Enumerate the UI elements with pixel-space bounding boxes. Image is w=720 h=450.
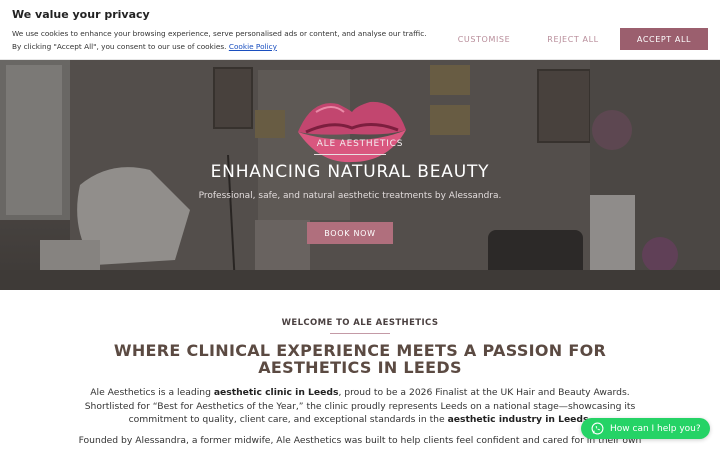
hero-title: ENHANCING NATURAL BEAUTY [210, 162, 490, 182]
cookie-banner: We value your privacy We use cookies to … [0, 0, 720, 60]
brand-divider [314, 154, 386, 155]
cookie-text: We use cookies to enhance your browsing … [12, 28, 432, 53]
whatsapp-label: How can I help you? [610, 423, 701, 434]
founder-paragraph: Founded by Alessandra, a former midwife,… [78, 435, 642, 446]
section-headline: WHERE CLINICAL EXPERIENCE MEETS A PASSIO… [113, 341, 607, 377]
cookie-body: We use cookies to enhance your browsing … [12, 29, 427, 51]
intro-paragraph: Ale Aesthetics is a leading aesthetic cl… [70, 386, 650, 427]
brand-name: ALE AESTHETICS [316, 139, 404, 149]
book-now-button[interactable]: BOOK NOW [307, 222, 393, 244]
whatsapp-chat-button[interactable]: How can I help you? [581, 418, 710, 439]
customise-button[interactable]: CUSTOMISE [448, 28, 520, 50]
cookie-policy-link[interactable]: Cookie Policy [229, 42, 277, 51]
intro-bold-clinic: aesthetic clinic in Leeds [213, 387, 339, 398]
welcome-label: WELCOME TO ALE AESTHETICS [281, 318, 439, 328]
accept-all-button[interactable]: ACCEPT ALL [620, 28, 708, 50]
whatsapp-icon [591, 422, 604, 435]
intro-bold-industry: aesthetic industry in Leeds [447, 414, 589, 425]
hero-section: ALE AESTHETICS ENHANCING NATURAL BEAUTY … [0, 60, 720, 290]
welcome-divider [330, 333, 390, 334]
cookie-title: We value your privacy [12, 8, 150, 21]
hero-subtitle: Professional, safe, and natural aestheti… [198, 191, 502, 201]
lips-logo-icon [298, 101, 406, 163]
intro-text-a: Ale Aesthetics is a leading [90, 387, 214, 398]
reject-all-button[interactable]: REJECT ALL [534, 28, 612, 50]
